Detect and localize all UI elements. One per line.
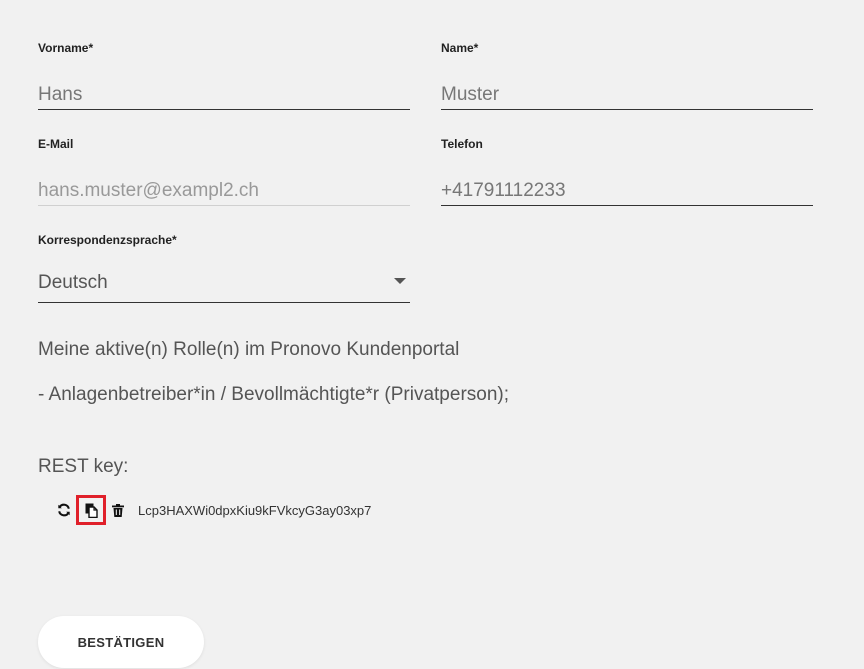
role-item: - Anlagenbetreiber*in / Bevollmächtigte*… bbox=[38, 384, 510, 405]
trash-icon[interactable] bbox=[108, 498, 128, 522]
lastname-field: Name* bbox=[441, 40, 813, 110]
rest-key-label: REST key: bbox=[38, 456, 129, 477]
rest-key-value: Lcp3HAXWi0dpxKiu9kFVkcyG3ay03xp7 bbox=[138, 502, 372, 518]
phone-field: Telefon bbox=[441, 136, 813, 206]
firstname-input[interactable] bbox=[38, 80, 410, 110]
lastname-label: Name* bbox=[441, 41, 479, 55]
email-input bbox=[38, 176, 410, 206]
refresh-icon[interactable] bbox=[54, 498, 74, 522]
copy-icon[interactable] bbox=[76, 495, 106, 525]
caret-down-icon bbox=[394, 278, 406, 284]
email-label: E-Mail bbox=[38, 137, 74, 151]
user-profile-form: Vorname* Name* E-Mail Telefon Korrespond… bbox=[0, 0, 864, 669]
firstname-field: Vorname* bbox=[38, 40, 410, 110]
language-selected-value: Deutsch bbox=[38, 272, 108, 293]
language-label: Korrespondenzsprache* bbox=[38, 233, 177, 247]
lastname-input[interactable] bbox=[441, 80, 813, 110]
confirm-button[interactable]: BESTÄTIGEN bbox=[38, 616, 204, 668]
firstname-label: Vorname* bbox=[38, 41, 94, 55]
email-field: E-Mail bbox=[38, 136, 410, 206]
phone-input[interactable] bbox=[441, 176, 813, 206]
language-field: Korrespondenzsprache* Deutsch bbox=[38, 232, 410, 303]
roles-heading: Meine aktive(n) Rolle(n) im Pronovo Kund… bbox=[38, 339, 460, 360]
phone-label: Telefon bbox=[441, 137, 483, 151]
language-select[interactable]: Deutsch bbox=[38, 272, 410, 303]
rest-key-row: Lcp3HAXWi0dpxKiu9kFVkcyG3ay03xp7 bbox=[54, 495, 372, 525]
